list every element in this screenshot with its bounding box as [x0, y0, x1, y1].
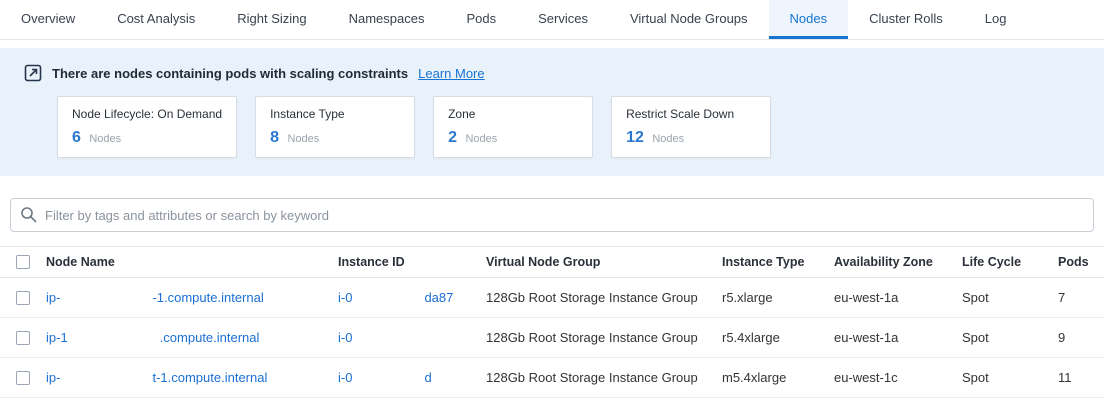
tab-namespaces[interactable]: Namespaces: [328, 0, 446, 39]
node-name-suffix: -1.compute.internal: [152, 290, 263, 305]
row-checkbox[interactable]: [16, 291, 30, 305]
table-header-row: Node Name Instance ID Virtual Node Group…: [0, 246, 1104, 278]
card-unit: Nodes: [89, 133, 121, 145]
instance-id-link[interactable]: i-0 da87: [338, 290, 486, 305]
filter-bar: [10, 198, 1094, 232]
instance-type-cell: r5.xlarge: [722, 290, 834, 305]
instance-id-prefix: i-0: [338, 370, 352, 385]
card-unit: Nodes: [652, 133, 684, 145]
card-restrict-scale-down[interactable]: Restrict Scale Down 12 Nodes: [611, 96, 771, 158]
tab-services[interactable]: Services: [517, 0, 609, 39]
row-checkbox[interactable]: [16, 371, 30, 385]
virtual-node-group-cell: 128Gb Root Storage Instance Group: [486, 330, 722, 345]
card-count: 2: [448, 129, 457, 146]
constraint-cards: Node Lifecycle: On Demand 6 Nodes Instan…: [0, 86, 1104, 158]
life-cycle-cell: Spot: [962, 290, 1058, 305]
availability-zone-cell: eu-west-1a: [834, 290, 962, 305]
instance-id-suffix: da87: [424, 290, 453, 305]
col-life-cycle: Life Cycle: [962, 255, 1058, 269]
select-all-checkbox[interactable]: [16, 255, 30, 269]
node-name-link[interactable]: ip- -1.compute.internal: [46, 290, 338, 305]
instance-type-cell: r5.4xlarge: [722, 330, 834, 345]
node-name-suffix: .compute.internal: [160, 330, 260, 345]
tab-cluster-rolls[interactable]: Cluster Rolls: [848, 0, 964, 39]
pods-cell: 9: [1058, 330, 1104, 345]
instance-id-link[interactable]: i-0: [338, 330, 486, 345]
card-unit: Nodes: [287, 133, 319, 145]
table-row: ip- -1.compute.internal i-0 da87 128Gb Roo…: [0, 278, 1104, 318]
availability-zone-cell: eu-west-1a: [834, 330, 962, 345]
scaling-constraints-icon: [24, 64, 42, 82]
instance-id-prefix: i-0: [338, 330, 352, 345]
col-instance-type: Instance Type: [722, 255, 834, 269]
card-node-lifecycle[interactable]: Node Lifecycle: On Demand 6 Nodes: [57, 96, 237, 158]
card-title: Zone: [448, 107, 578, 121]
scaling-constraints-banner: There are nodes containing pods with sca…: [0, 48, 1104, 176]
node-name-link[interactable]: ip-1 .compute.internal: [46, 330, 338, 345]
col-virtual-node-group: Virtual Node Group: [486, 255, 722, 269]
col-pods: Pods: [1058, 255, 1104, 269]
instance-type-cell: m5.4xlarge: [722, 370, 834, 385]
card-title: Node Lifecycle: On Demand: [72, 107, 222, 121]
node-name-link[interactable]: ip-t-1.compute.internal: [46, 370, 338, 385]
tab-log[interactable]: Log: [964, 0, 1028, 39]
node-name-prefix: ip-: [46, 290, 60, 305]
instance-id-link[interactable]: i-0 d: [338, 370, 486, 385]
instance-id-prefix: i-0: [338, 290, 352, 305]
card-count: 6: [72, 129, 81, 146]
tab-bar: Overview Cost Analysis Right Sizing Name…: [0, 0, 1104, 40]
node-name-prefix: ip-1: [46, 330, 68, 345]
col-instance-id: Instance ID: [338, 255, 486, 269]
table-row: ip-1 .compute.internal i-0 128Gb Root Sto…: [0, 318, 1104, 358]
pods-cell: 11: [1058, 370, 1104, 385]
life-cycle-cell: Spot: [962, 370, 1058, 385]
tab-nodes[interactable]: Nodes: [769, 0, 849, 39]
tab-right-sizing[interactable]: Right Sizing: [216, 0, 327, 39]
tab-cost-analysis[interactable]: Cost Analysis: [96, 0, 216, 39]
col-availability-zone: Availability Zone: [834, 255, 962, 269]
banner-message: There are nodes containing pods with sca…: [52, 66, 408, 81]
search-icon: [20, 206, 37, 223]
virtual-node-group-cell: 128Gb Root Storage Instance Group: [486, 370, 722, 385]
availability-zone-cell: eu-west-1c: [834, 370, 962, 385]
pods-cell: 7: [1058, 290, 1104, 305]
nodes-table: Node Name Instance ID Virtual Node Group…: [0, 246, 1104, 398]
tab-virtual-node-groups[interactable]: Virtual Node Groups: [609, 0, 769, 39]
instance-id-suffix: d: [424, 370, 431, 385]
card-instance-type[interactable]: Instance Type 8 Nodes: [255, 96, 415, 158]
virtual-node-group-cell: 128Gb Root Storage Instance Group: [486, 290, 722, 305]
life-cycle-cell: Spot: [962, 330, 1058, 345]
row-checkbox[interactable]: [16, 331, 30, 345]
card-title: Instance Type: [270, 107, 400, 121]
card-count: 8: [270, 129, 279, 146]
card-title: Restrict Scale Down: [626, 107, 756, 121]
table-row: ip-t-1.compute.internal i-0 d 128Gb Root …: [0, 358, 1104, 398]
card-unit: Nodes: [465, 133, 497, 145]
card-count: 12: [626, 129, 644, 146]
search-input[interactable]: [10, 198, 1094, 232]
node-name-suffix: t-1.compute.internal: [152, 370, 267, 385]
card-zone[interactable]: Zone 2 Nodes: [433, 96, 593, 158]
node-name-prefix: ip-: [46, 370, 60, 385]
learn-more-link[interactable]: Learn More: [418, 66, 484, 81]
tab-pods[interactable]: Pods: [445, 0, 517, 39]
col-node-name: Node Name: [46, 255, 338, 269]
tab-overview[interactable]: Overview: [0, 0, 96, 39]
